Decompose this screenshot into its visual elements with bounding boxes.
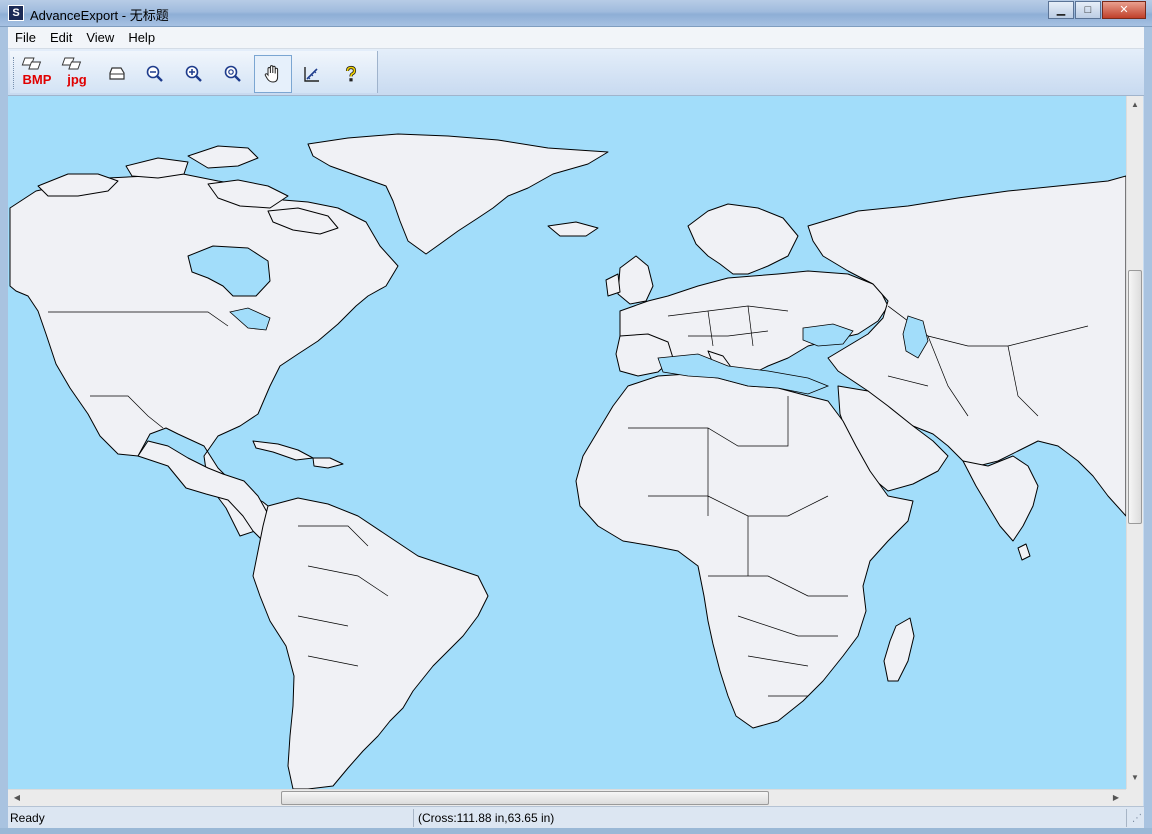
horizontal-scroll-thumb[interactable] (281, 791, 769, 805)
ireland (605, 273, 621, 297)
menu-help-label: Help (128, 30, 156, 45)
pan-hand-icon (264, 65, 279, 83)
toolbar: BMP jpg (8, 49, 1144, 96)
window-frame-right (1144, 27, 1152, 828)
status-coordinates: (Cross:111.88 in,63.65 in) (418, 811, 555, 825)
status-bar: Ready (Cross:111.88 in,63.65 in) ⋰ (8, 806, 1144, 828)
measure-button[interactable] (293, 55, 331, 93)
arctic-island (125, 157, 189, 179)
scroll-down-arrow-icon[interactable]: ▼ (1128, 771, 1142, 785)
map-canvas[interactable] (8, 96, 1126, 789)
menu-edit-label: Edit (49, 30, 73, 45)
app-icon[interactable]: S (8, 5, 24, 21)
menu-file[interactable]: File (8, 30, 43, 45)
toolbar-grip[interactable] (13, 57, 16, 89)
export-bmp-button[interactable]: BMP (18, 55, 56, 93)
print-button[interactable] (98, 55, 136, 93)
close-button[interactable]: ✕ (1102, 1, 1146, 19)
print-icon (109, 67, 125, 80)
measure-icon (304, 67, 319, 82)
window-frame-left (0, 27, 8, 828)
menu-bar: File Edit View Help (8, 27, 1144, 49)
resize-grip-icon[interactable]: ⋰ (1132, 813, 1142, 824)
window-controls: ▁ □ ✕ (1047, 1, 1146, 21)
help-icon (345, 65, 357, 82)
title-bar[interactable]: S AdvanceExport - 无标题 ▁ □ ✕ (0, 0, 1152, 27)
arctic-island (187, 145, 259, 169)
hispaniola (312, 457, 344, 469)
help-button[interactable] (332, 55, 370, 93)
zoom-out-icon (146, 65, 163, 82)
toolbar-band: BMP jpg (10, 51, 378, 93)
scandinavia (687, 203, 799, 275)
window-frame-bottom (0, 828, 1152, 834)
horizontal-scrollbar[interactable]: ◀ ▶ (8, 789, 1126, 806)
menu-file-label: File (15, 30, 36, 45)
british-isles (617, 255, 654, 305)
menu-edit[interactable]: Edit (43, 30, 79, 45)
iceland (547, 221, 599, 237)
scrollbar-corner (1126, 789, 1143, 806)
scroll-up-arrow-icon[interactable]: ▲ (1128, 98, 1142, 112)
minimize-button[interactable]: ▁ (1048, 1, 1074, 19)
menu-help[interactable]: Help (121, 30, 162, 45)
status-separator (1126, 809, 1127, 827)
menu-view[interactable]: View (79, 30, 121, 45)
scroll-right-arrow-icon[interactable]: ▶ (1109, 791, 1123, 805)
madagascar (883, 617, 915, 682)
maximize-button[interactable]: □ (1075, 1, 1101, 19)
vertical-scroll-thumb[interactable] (1128, 270, 1142, 524)
zoom-extent-icon (224, 65, 241, 82)
zoom-in-button[interactable] (175, 55, 213, 93)
cuba (252, 440, 314, 461)
vertical-scrollbar[interactable]: ▲ ▼ (1126, 96, 1143, 789)
zoom-out-button[interactable] (136, 55, 174, 93)
status-separator (413, 809, 414, 827)
sri-lanka (1017, 543, 1031, 561)
scroll-left-arrow-icon[interactable]: ◀ (10, 791, 24, 805)
status-ready-text: Ready (10, 811, 45, 825)
export-jpg-label: jpg (67, 72, 87, 87)
world-map (9, 133, 1126, 789)
app-window: S AdvanceExport - 无标题 ▁ □ ✕ File Edit Vi… (0, 0, 1152, 834)
pan-button[interactable] (254, 55, 292, 93)
export-bmp-label: BMP (22, 72, 52, 87)
india (962, 455, 1039, 542)
export-jpg-button[interactable]: jpg (58, 55, 96, 93)
zoom-extent-button[interactable] (214, 55, 252, 93)
zoom-in-icon (185, 65, 202, 82)
window-title: AdvanceExport - 无标题 (30, 8, 169, 23)
south-america (252, 497, 489, 789)
menu-view-label: View (86, 30, 115, 45)
